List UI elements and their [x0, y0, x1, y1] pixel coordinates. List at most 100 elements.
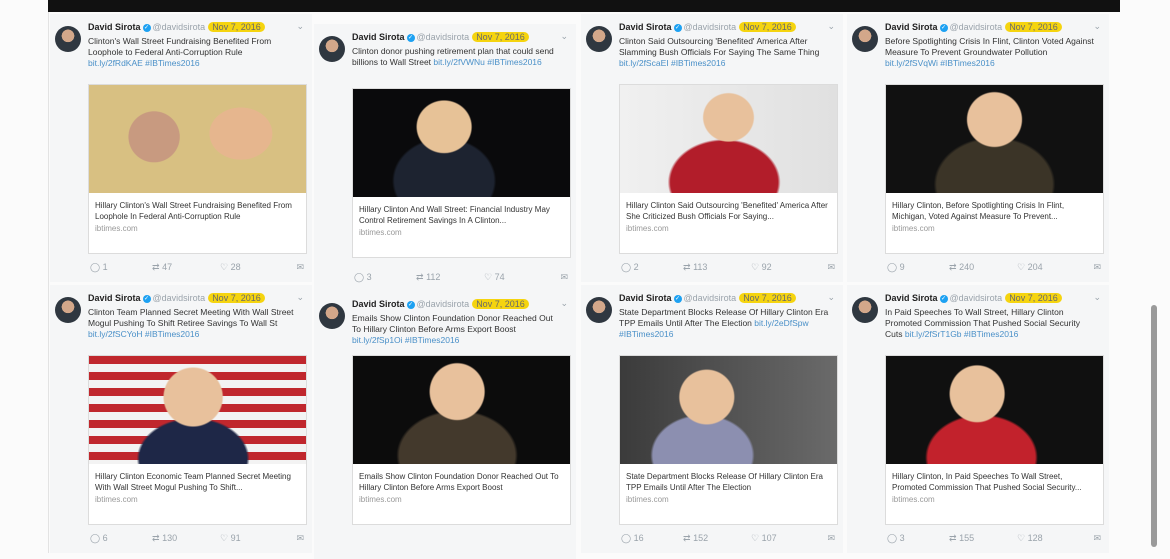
like-button[interactable]: ♡ 92 — [751, 262, 772, 273]
top-bar — [48, 0, 1122, 12]
like-count: 74 — [494, 272, 505, 282]
reply-count: 16 — [633, 533, 644, 543]
author-name[interactable]: David Sirota — [885, 293, 938, 303]
like-button[interactable]: ♡ 28 — [220, 262, 241, 273]
retweet-button[interactable]: ⇄ 155 — [949, 533, 974, 544]
avatar[interactable] — [586, 297, 612, 323]
message-button[interactable]: ✉ — [560, 272, 568, 283]
author-handle[interactable]: @davidsirota — [417, 299, 470, 309]
avatar[interactable] — [319, 303, 345, 329]
author-name[interactable]: David Sirota — [885, 22, 938, 32]
tweet-link[interactable]: bit.ly/2fSCYoH #IBTimes2016 — [88, 329, 199, 339]
like-button[interactable]: ♡ 107 — [751, 533, 777, 544]
tweet-date[interactable]: Nov 7, 2016 — [208, 22, 265, 32]
retweet-button[interactable]: ⇄ 240 — [949, 262, 974, 273]
tweet-card[interactable]: David Sirota ✓ @davidsirota Nov 7, 2016 ⌄ C… — [581, 14, 843, 282]
chevron-down-icon[interactable]: ⌄ — [827, 21, 835, 32]
avatar[interactable] — [586, 26, 612, 52]
author-handle[interactable]: @davidsirota — [153, 22, 206, 32]
retweet-icon: ⇄ — [152, 262, 160, 272]
tweet-link[interactable]: bit.ly/2fSrT1Gb #IBTimes2016 — [905, 329, 1019, 339]
avatar[interactable] — [55, 297, 81, 323]
reply-button[interactable]: ◯ 1 — [90, 262, 108, 273]
author-handle[interactable]: @davidsirota — [684, 22, 737, 32]
author-name[interactable]: David Sirota — [352, 299, 405, 309]
retweet-button[interactable]: ⇄ 112 — [416, 272, 440, 283]
author-handle[interactable]: @davidsirota — [417, 32, 470, 42]
reply-button[interactable]: ◯ 6 — [90, 533, 108, 544]
tweet-card[interactable]: David Sirota ✓ @davidsirota Nov 7, 2016 ⌄ E… — [314, 291, 576, 559]
tweet-card[interactable]: David Sirota ✓ @davidsirota Nov 7, 2016 ⌄ C… — [50, 14, 312, 282]
link-card[interactable]: Hillary Clinton's Wall Street Fundraisin… — [88, 84, 307, 254]
message-button[interactable]: ✉ — [827, 262, 835, 273]
tweet-link[interactable]: bit.ly/2fSp1Oi #IBTimes2016 — [352, 335, 459, 345]
tweet-card[interactable]: David Sirota ✓ @davidsirota Nov 7, 2016 ⌄ C… — [314, 24, 576, 292]
chevron-down-icon[interactable]: ⌄ — [1093, 21, 1101, 32]
author-name[interactable]: David Sirota — [352, 32, 405, 42]
author-name[interactable]: David Sirota — [619, 22, 672, 32]
tweet-card[interactable]: David Sirota ✓ @davidsirota Nov 7, 2016 ⌄ B… — [847, 14, 1109, 282]
link-card[interactable]: Hillary Clinton And Wall Street: Financi… — [352, 88, 571, 258]
retweet-button[interactable]: ⇄ 152 — [683, 533, 708, 544]
tweet-date[interactable]: Nov 7, 2016 — [1005, 22, 1062, 32]
message-button[interactable]: ✉ — [1093, 262, 1101, 273]
tweet-date[interactable]: Nov 7, 2016 — [472, 299, 529, 309]
tweet-date[interactable]: Nov 7, 2016 — [208, 293, 265, 303]
chevron-down-icon[interactable]: ⌄ — [296, 292, 304, 303]
author-handle[interactable]: @davidsirota — [950, 293, 1003, 303]
chevron-down-icon[interactable]: ⌄ — [296, 21, 304, 32]
heart-icon: ♡ — [1017, 533, 1026, 543]
like-button[interactable]: ♡ 204 — [1017, 262, 1043, 273]
avatar[interactable] — [55, 26, 81, 52]
tweet-date[interactable]: Nov 7, 2016 — [1005, 293, 1062, 303]
tweet-date[interactable]: Nov 7, 2016 — [739, 293, 796, 303]
link-card[interactable]: Hillary Clinton, In Paid Speeches To Wal… — [885, 355, 1104, 525]
tweet-card[interactable]: David Sirota ✓ @davidsirota Nov 7, 2016 ⌄ I… — [847, 285, 1109, 553]
tweet-link[interactable]: bit.ly/2fVWNu #IBTimes2016 — [433, 57, 541, 67]
link-card[interactable]: Hillary Clinton, Before Spotlighting Cri… — [885, 84, 1104, 254]
retweet-button[interactable]: ⇄ 130 — [152, 533, 177, 544]
author-handle[interactable]: @davidsirota — [684, 293, 737, 303]
link-card[interactable]: Hillary Clinton Said Outsourcing 'Benefi… — [619, 84, 838, 254]
envelope-icon: ✉ — [827, 262, 835, 272]
tweet-date[interactable]: Nov 7, 2016 — [739, 22, 796, 32]
chevron-down-icon[interactable]: ⌄ — [827, 292, 835, 303]
link-card[interactable]: Emails Show Clinton Foundation Donor Rea… — [352, 355, 571, 525]
reply-button[interactable]: ◯ 16 — [621, 533, 644, 544]
tweet-link[interactable]: bit.ly/2fRdKAE #IBTimes2016 — [88, 58, 200, 68]
chevron-down-icon[interactable]: ⌄ — [560, 298, 568, 309]
chevron-down-icon[interactable]: ⌄ — [560, 31, 568, 42]
author-name[interactable]: David Sirota — [619, 293, 672, 303]
message-button[interactable]: ✉ — [827, 533, 835, 544]
reply-button[interactable]: ◯ 3 — [887, 533, 905, 544]
tweet-card[interactable]: David Sirota ✓ @davidsirota Nov 7, 2016 ⌄ C… — [50, 285, 312, 553]
card-domain: ibtimes.com — [892, 495, 935, 504]
author-name[interactable]: David Sirota — [88, 293, 141, 303]
like-button[interactable]: ♡ 91 — [220, 533, 241, 544]
link-card[interactable]: Hillary Clinton Economic Team Planned Se… — [88, 355, 307, 525]
avatar[interactable] — [852, 26, 878, 52]
retweet-icon: ⇄ — [949, 262, 957, 272]
avatar[interactable] — [852, 297, 878, 323]
tweet-date[interactable]: Nov 7, 2016 — [472, 32, 529, 42]
reply-button[interactable]: ◯ 3 — [354, 272, 372, 283]
message-button[interactable]: ✉ — [296, 533, 304, 544]
like-button[interactable]: ♡ 128 — [1017, 533, 1043, 544]
author-handle[interactable]: @davidsirota — [153, 293, 206, 303]
tweet-card[interactable]: David Sirota ✓ @davidsirota Nov 7, 2016 ⌄ S… — [581, 285, 843, 553]
reply-button[interactable]: ◯ 2 — [621, 262, 639, 273]
chevron-down-icon[interactable]: ⌄ — [1093, 292, 1101, 303]
tweet-link[interactable]: bit.ly/2fSVqWi #IBTimes2016 — [885, 58, 995, 68]
author-handle[interactable]: @davidsirota — [950, 22, 1003, 32]
message-button[interactable]: ✉ — [296, 262, 304, 273]
link-card[interactable]: State Department Blocks Release Of Hilla… — [619, 355, 838, 525]
message-button[interactable]: ✉ — [1093, 533, 1101, 544]
retweet-button[interactable]: ⇄ 47 — [152, 262, 172, 273]
tweet-link[interactable]: bit.ly/2fScaEI #IBTimes2016 — [619, 58, 725, 68]
like-button[interactable]: ♡ 74 — [484, 272, 505, 283]
reply-button[interactable]: ◯ 9 — [887, 262, 905, 273]
retweet-button[interactable]: ⇄ 113 — [683, 262, 707, 273]
avatar[interactable] — [319, 36, 345, 62]
author-name[interactable]: David Sirota — [88, 22, 141, 32]
scrollbar[interactable] — [1151, 305, 1157, 547]
